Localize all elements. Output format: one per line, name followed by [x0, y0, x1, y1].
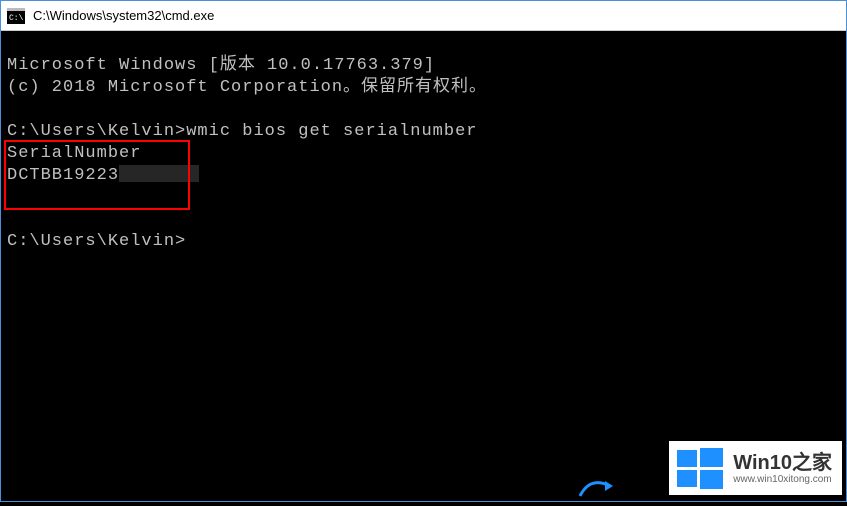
output-header: SerialNumber [7, 144, 141, 163]
banner-line: Microsoft Windows [版本 10.0.17763.379] [7, 56, 435, 75]
output-serial: DCTBB19223 [7, 166, 119, 185]
prompt-path: C:\Users\Kelvin> [7, 122, 186, 141]
window-title: C:\Windows\system32\cmd.exe [33, 8, 214, 23]
watermark: Win10之家 www.win10xitong.com [669, 441, 842, 495]
cmd-icon: C:\ [7, 8, 25, 24]
redacted-block [119, 165, 199, 182]
terminal-output[interactable]: Microsoft Windows [版本 10.0.17763.379] (c… [1, 31, 846, 255]
svg-text:C:\: C:\ [9, 14, 24, 23]
command-text: wmic bios get serialnumber [186, 122, 477, 141]
banner-line: (c) 2018 Microsoft Corporation。保留所有权利。 [7, 78, 487, 97]
decorative-arrow [575, 471, 615, 501]
window-titlebar[interactable]: C:\ C:\Windows\system32\cmd.exe [1, 1, 846, 31]
watermark-title: Win10之家 [733, 452, 832, 474]
windows-logo-icon [675, 446, 725, 490]
watermark-url: www.win10xitong.com [733, 474, 832, 485]
watermark-text: Win10之家 www.win10xitong.com [733, 452, 832, 485]
prompt-path: C:\Users\Kelvin> [7, 232, 186, 251]
